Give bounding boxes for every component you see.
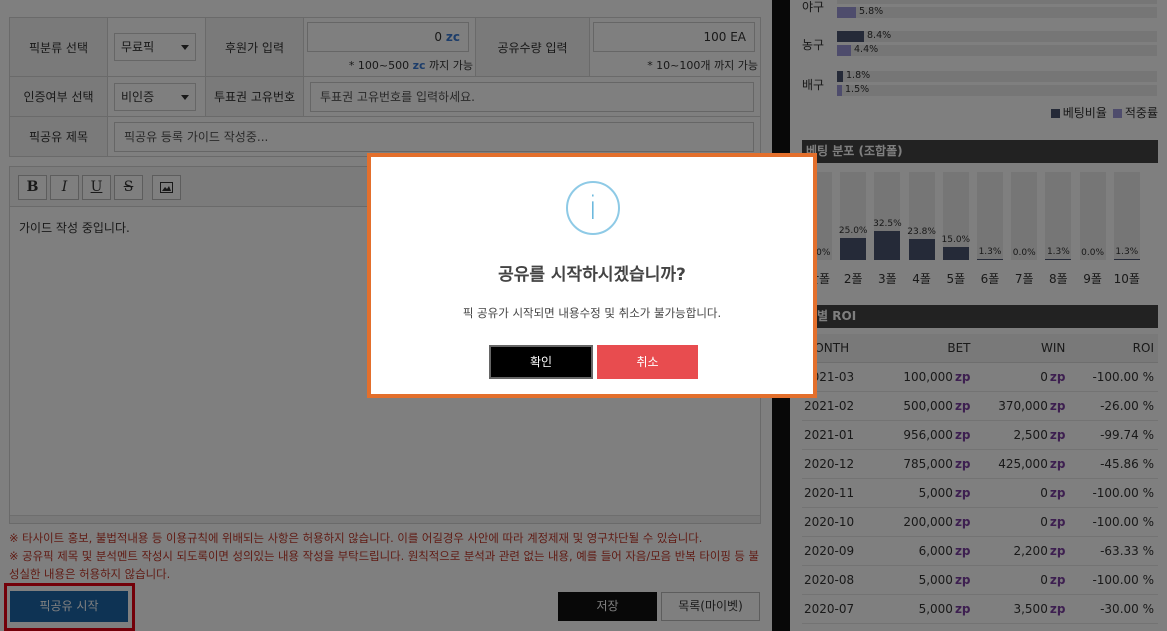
confirm-dialog: i 공유를 시작하시겠습니까? 픽 공유가 시작되면 내용수정 및 취소가 불가… bbox=[367, 153, 817, 398]
dialog-title: 공유를 시작하시겠습니까? bbox=[498, 265, 686, 285]
confirm-button[interactable]: 확인 bbox=[489, 345, 593, 379]
cancel-button[interactable]: 취소 bbox=[597, 345, 698, 379]
dialog-message: 픽 공유가 시작되면 내용수정 및 취소가 불가능합니다. bbox=[462, 306, 722, 320]
info-icon: i bbox=[566, 181, 620, 235]
